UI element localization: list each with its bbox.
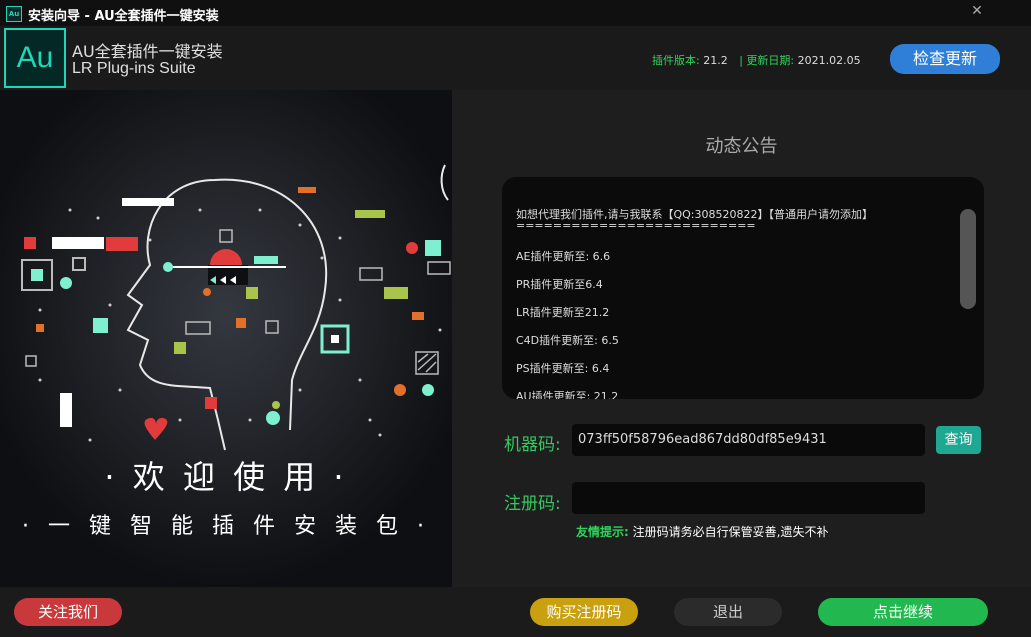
version-separator: | xyxy=(739,54,743,67)
tip-label: 友情提示: xyxy=(576,525,629,539)
right-panel: 动态公告 如想代理我们插件,请与我联系【QQ:308520822】【普通用户请勿… xyxy=(452,90,1031,587)
continue-button[interactable]: 点击继续 xyxy=(818,598,988,626)
version-label: 插件版本: xyxy=(652,54,700,67)
window-title: 安装向导 - AU全套插件一键安装 xyxy=(28,9,219,24)
app-name-cn: AU全套插件一键安装 xyxy=(72,42,223,61)
announcement-line: PR插件更新至6.4 xyxy=(516,278,603,291)
announcement-line: ========================== xyxy=(516,219,756,232)
exit-button[interactable]: 退出 xyxy=(674,598,782,626)
buy-code-button[interactable]: 购买注册码 xyxy=(530,598,638,626)
welcome-subtitle: · 一 键 智 能 插 件 安 装 包 · xyxy=(22,514,430,539)
announcement-line: AU插件更新至: 21.2 xyxy=(516,390,619,399)
au-logo: Au xyxy=(4,28,66,88)
close-icon[interactable]: ✕ xyxy=(968,2,986,20)
announcement-line: PS插件更新至: 6.4 xyxy=(516,362,610,375)
machine-code-label: 机器码: xyxy=(504,435,561,455)
announcement-line: AE插件更新至: 6.6 xyxy=(516,250,611,263)
registration-code-label: 注册码: xyxy=(504,494,561,514)
app-name-en: LR Plug-ins Suite xyxy=(72,60,196,77)
version-value: 21.2 xyxy=(703,54,728,67)
registration-code-input[interactable] xyxy=(572,482,925,514)
app-icon: Au xyxy=(6,6,22,22)
check-update-button[interactable]: 检查更新 xyxy=(890,44,1000,74)
follow-us-button[interactable]: 关注我们 xyxy=(14,598,122,626)
update-label: 更新日期: xyxy=(746,54,795,67)
query-button[interactable]: 查询 xyxy=(936,426,981,454)
header: Au AU全套插件一键安装 LR Plug-ins Suite 插件版本: 21… xyxy=(0,26,1031,90)
machine-code-field[interactable]: 073ff50f58796ead867dd80df85e9431 xyxy=(572,424,925,456)
welcome-banner: · 欢 迎 使 用 · · 一 键 智 能 插 件 安 装 包 · xyxy=(0,90,452,587)
announcement-title: 动态公告 xyxy=(705,136,778,157)
welcome-text: · 欢 迎 使 用 · xyxy=(104,458,348,496)
announcement-line: C4D插件更新至: 6.5 xyxy=(516,334,619,347)
announcement-line: LR插件更新至21.2 xyxy=(516,306,610,319)
title-bar: Au 安装向导 - AU全套插件一键安装 ✕ xyxy=(0,0,1031,26)
update-value: 2021.02.05 xyxy=(797,54,861,67)
version-info: 插件版本: 21.2 | 更新日期: 2021.02.05 xyxy=(652,52,861,68)
tip: 友情提示: 注册码请务必自行保管妥善,遗失不补 xyxy=(576,523,828,540)
footer: 关注我们 购买注册码 退出 点击继续 xyxy=(0,587,1031,637)
tip-text: 注册码请务必自行保管妥善,遗失不补 xyxy=(632,525,829,539)
announcement-scrollbar[interactable] xyxy=(960,209,976,309)
announcement-box: 如想代理我们插件,请与我联系【QQ:308520822】【普通用户请勿添加】 =… xyxy=(502,177,984,399)
